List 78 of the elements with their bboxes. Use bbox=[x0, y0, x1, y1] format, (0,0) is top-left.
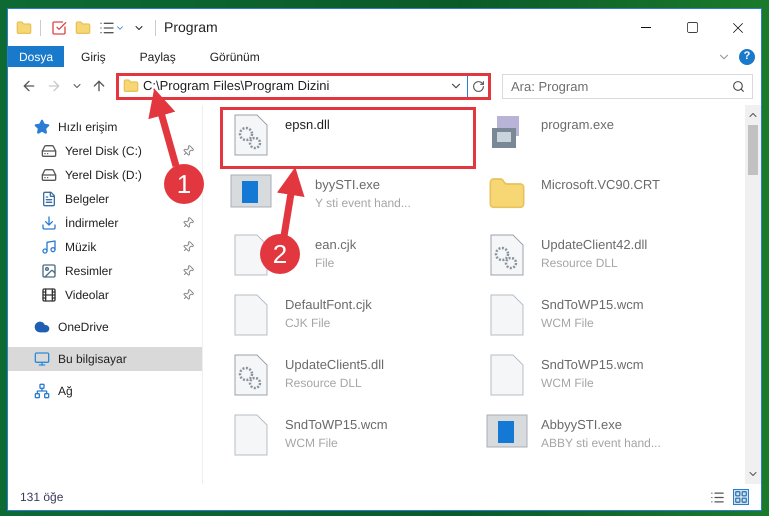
monitor-icon bbox=[34, 351, 50, 367]
file-type: File bbox=[315, 255, 336, 272]
drive-icon bbox=[41, 167, 57, 183]
folder-icon bbox=[123, 78, 139, 94]
minimize-icon bbox=[641, 27, 651, 28]
sidebar-item[interactable]: Ağ bbox=[8, 379, 81, 403]
file-name: ean.cjk bbox=[315, 236, 356, 254]
drive-icon bbox=[41, 143, 57, 159]
checkbox-icon bbox=[51, 20, 67, 36]
file-type: Resource DLL bbox=[541, 255, 619, 272]
help-button[interactable]: ? bbox=[739, 48, 755, 64]
file-type: WCM File bbox=[285, 435, 339, 452]
file-type: ABBY sti event hand... bbox=[541, 435, 661, 452]
sidebar-item[interactable]: Yerel Disk (D:) bbox=[8, 163, 150, 187]
cloud-icon bbox=[34, 319, 50, 335]
file-name: UpdateClient5.dll bbox=[285, 356, 384, 374]
music-note-icon bbox=[41, 239, 57, 255]
sidebar-item[interactable]: Müzik bbox=[8, 235, 202, 259]
file-name: SndToWP15.wcm bbox=[541, 296, 644, 314]
ribbon-tab[interactable]: Görünüm bbox=[192, 46, 277, 67]
file-name: UpdateClient42.dll bbox=[541, 236, 648, 254]
file-name: SndToWP15.wcm bbox=[541, 356, 644, 374]
ribbon-tab[interactable]: Giriş bbox=[64, 46, 123, 67]
refresh-icon bbox=[472, 80, 484, 92]
ribbon-tab[interactable]: Dosya bbox=[8, 46, 64, 67]
large-icons-view-button[interactable] bbox=[733, 489, 749, 505]
ribbon-tab[interactable]: Paylaş bbox=[122, 46, 193, 67]
file-name: DefaultFont.cjk bbox=[285, 296, 372, 314]
gear-file-icon bbox=[234, 114, 268, 156]
search-icon bbox=[732, 80, 745, 92]
file-name: AbbyySTI.exe bbox=[541, 416, 623, 434]
gear-file-icon bbox=[234, 354, 268, 396]
maximize-icon bbox=[686, 21, 698, 34]
sidebar-item[interactable]: Belgeler bbox=[8, 187, 118, 211]
folder-icon bbox=[16, 20, 32, 36]
picture-icon bbox=[41, 263, 57, 279]
blank-file-icon bbox=[234, 414, 268, 456]
blank-file-icon bbox=[490, 354, 524, 396]
sidebar-item[interactable]: Hızlı erişim bbox=[8, 115, 126, 139]
file-name: program.exe bbox=[541, 116, 614, 134]
sidebar-item[interactable]: OneDrive bbox=[8, 315, 117, 339]
sidebar-item[interactable]: Yerel Disk (C:) bbox=[8, 139, 202, 163]
file-name: SndToWP15.wcm bbox=[285, 416, 388, 434]
application-window-icon bbox=[230, 174, 272, 208]
sidebar-item[interactable]: Bu bilgisayar bbox=[8, 347, 202, 371]
details-view-button[interactable] bbox=[710, 490, 725, 504]
list-icon bbox=[99, 20, 115, 36]
file-type: CJK File bbox=[285, 315, 332, 332]
grid-icon bbox=[734, 490, 748, 504]
gear-file-icon bbox=[490, 234, 524, 276]
scrollbar-thumb[interactable] bbox=[748, 125, 758, 175]
item-count: 131 öğe bbox=[20, 489, 64, 506]
address-field[interactable]: C:\Program Files\Program Dizini bbox=[116, 72, 491, 100]
file-type: WCM File bbox=[541, 375, 595, 392]
blank-file-icon bbox=[234, 294, 268, 336]
blank-file-icon bbox=[490, 294, 524, 336]
star-icon bbox=[34, 119, 50, 135]
file-type: WCM File bbox=[541, 315, 595, 332]
film-icon bbox=[41, 287, 57, 303]
annotation-arrow bbox=[276, 167, 305, 237]
folder-icon bbox=[75, 20, 91, 36]
sidebar-item[interactable]: Resimler bbox=[8, 259, 202, 283]
address-path: C:\Program Files\Program Dizini bbox=[143, 77, 330, 96]
file-type: Y sti event hand... bbox=[315, 195, 411, 212]
list-icon bbox=[710, 490, 725, 504]
file-name: epsn.dll bbox=[285, 116, 330, 134]
network-icon bbox=[34, 383, 50, 399]
window-title: Program bbox=[164, 18, 218, 37]
document-icon bbox=[41, 191, 57, 207]
search-field[interactable]: Ara: Program bbox=[502, 74, 753, 98]
blank-file-icon bbox=[234, 234, 268, 276]
file-type: Resource DLL bbox=[285, 375, 363, 392]
application-window-icon bbox=[486, 414, 528, 448]
sidebar-item[interactable]: İndirmeler bbox=[8, 211, 202, 235]
file-name: Microsoft.VC90.CRT bbox=[541, 176, 660, 194]
sidebar-item[interactable]: Videolar bbox=[8, 283, 202, 307]
file-name: byySTI.exe bbox=[315, 176, 382, 194]
download-icon bbox=[41, 215, 57, 231]
